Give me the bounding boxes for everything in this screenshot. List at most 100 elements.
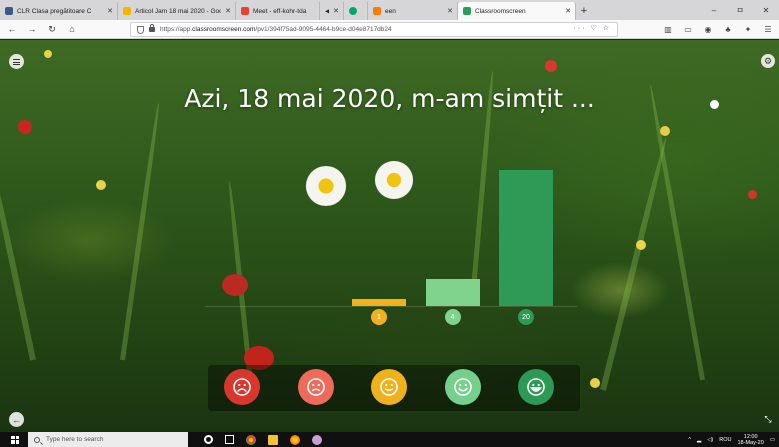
browser-tab[interactable]: een ✕ <box>368 2 458 20</box>
tab-title: Articol Jam 18 mai 2020 - Goo <box>135 7 222 15</box>
taskbar-search-box[interactable]: Type here to search <box>28 432 188 447</box>
main-menu-button[interactable] <box>9 54 24 69</box>
grass-decoration <box>647 84 705 381</box>
cortana-icon[interactable] <box>204 434 213 444</box>
browser-tab[interactable]: Articol Jam 18 mai 2020 - Goo ✕ <box>118 2 236 20</box>
system-tray: ^ ▂ ◁) ROU 12:00 18-May-20 ▭ <box>688 432 775 447</box>
tab-close-icon[interactable]: ✕ <box>225 7 231 15</box>
emoji-happy-button[interactable] <box>444 369 481 405</box>
tab-title: CLR Clasa pregătitoare C <box>17 7 92 15</box>
extension-icon[interactable]: ♣ <box>721 21 735 37</box>
grass-decoration <box>0 163 36 361</box>
emoji-very-sad-button[interactable] <box>224 369 260 405</box>
network-icon[interactable]: ▂ <box>697 437 701 443</box>
url-bar[interactable]: https://app. classroomscreen.com/pv1/394f… <box>130 22 618 37</box>
windows-logo-icon <box>11 435 19 444</box>
tab-close-icon[interactable]: ✕ <box>107 7 113 15</box>
flower-decoration <box>590 378 600 388</box>
flower-decoration <box>96 180 106 190</box>
page-actions[interactable]: ··· ♡ ☆ <box>574 24 611 32</box>
flower-decoration <box>545 60 557 72</box>
chrome-icon[interactable] <box>246 434 256 445</box>
tab-close-icon[interactable]: ✕ <box>333 7 339 15</box>
back-arrow-icon[interactable]: ← <box>4 21 20 37</box>
url-domain: classroomscreen.com <box>192 26 256 33</box>
emoji-very-happy-button[interactable] <box>518 369 554 405</box>
poll-bar-count-label: 1 <box>371 309 387 325</box>
browser-tab[interactable]: Meet - eff-kohr-tda <box>236 2 320 20</box>
flower-decoration <box>636 240 646 250</box>
volume-icon[interactable]: ◁) <box>707 437 713 443</box>
neutral-face-icon <box>380 378 398 396</box>
hamburger-menu-icon[interactable]: ☰ <box>761 21 775 37</box>
grass-decoration <box>600 136 669 391</box>
tab-title: Classroomscreen <box>475 7 526 15</box>
flower-decoration <box>18 120 32 134</box>
start-button[interactable] <box>8 432 22 447</box>
lock-icon[interactable] <box>149 24 155 32</box>
firefox-icon[interactable] <box>290 434 300 445</box>
home-icon[interactable]: ⌂ <box>64 21 80 37</box>
sidebar-icon[interactable]: ▭ <box>681 21 695 37</box>
window-controls: – ㅁ ✕ <box>701 0 779 20</box>
tab-favicon-icon <box>349 7 357 15</box>
flower-decoration <box>222 274 248 296</box>
tab-favicon-icon <box>241 7 249 15</box>
poll-bar-count-label: 4 <box>444 309 461 325</box>
tab-close-icon[interactable]: ✕ <box>565 7 571 15</box>
tab-favicon-icon <box>123 7 131 15</box>
tab-close-icon[interactable]: ✕ <box>447 7 453 15</box>
reload-icon[interactable]: ↻ <box>44 21 60 37</box>
audio-icon: ◀) <box>325 7 329 15</box>
taskbar-clock[interactable]: 12:00 18-May-20 <box>738 434 764 446</box>
browser-tab[interactable]: ◀) ✕ <box>320 2 344 20</box>
input-language[interactable]: ROU <box>719 437 731 443</box>
resize-corner-icon[interactable]: ⤡ <box>761 412 775 426</box>
file-explorer-icon[interactable] <box>268 434 278 445</box>
maximize-button[interactable]: ㅁ <box>727 0 753 20</box>
sad-face-icon <box>306 378 325 396</box>
extension-icon[interactable]: ✦ <box>741 21 755 37</box>
library-icon[interactable]: ▥ <box>661 21 675 37</box>
tray-up-arrow-icon[interactable]: ^ <box>688 437 691 443</box>
emoji-sad-button[interactable] <box>297 369 334 405</box>
close-window-button[interactable]: ✕ <box>753 0 779 20</box>
tab-favicon-icon <box>5 7 13 15</box>
notifications-icon[interactable]: ▭ <box>770 437 775 443</box>
classroomscreen-page: ⚙ ← ⤡ Azi, 18 mai 2020, m-am simțit ... … <box>0 40 779 432</box>
new-tab-button[interactable]: + <box>576 2 592 20</box>
browser-tab[interactable] <box>344 2 368 20</box>
taskbar-search-placeholder: Type here to search <box>46 436 104 443</box>
url-path: /pv1/394f75ad-9095-4464-b9ce-d04e8717db2… <box>255 26 392 33</box>
browser-tab-active[interactable]: Classroomscreen ✕ <box>458 2 576 20</box>
daisy-decoration <box>372 158 416 202</box>
app-icon[interactable] <box>312 434 322 445</box>
settings-gear-icon[interactable]: ⚙ <box>761 54 775 68</box>
grass-decoration <box>120 102 162 361</box>
extension-icon[interactable]: ◉ <box>701 21 715 37</box>
windows-taskbar: Type here to search ^ ▂ ◁) ROU 12:00 18-… <box>0 432 779 447</box>
task-view-icon[interactable] <box>225 434 234 444</box>
flower-decoration <box>44 50 52 58</box>
tracking-shield-icon[interactable] <box>137 25 144 34</box>
browser-tab[interactable]: CLR Clasa pregătitoare C ✕ <box>0 2 118 20</box>
happy-face-icon <box>453 378 472 396</box>
flower-decoration <box>660 126 670 136</box>
navigation-bar: ← → ↻ ⌂ https://app. classroomscreen.com /… <box>0 20 779 39</box>
very-happy-face-icon <box>527 378 545 396</box>
minimize-button[interactable]: – <box>701 0 727 20</box>
poll-bar-count-label: 20 <box>518 309 534 325</box>
back-button-icon[interactable]: ← <box>9 412 24 427</box>
tab-favicon-icon <box>463 7 471 15</box>
hamburger-icon <box>13 58 20 65</box>
clock-date: 18-May-20 <box>737 439 764 446</box>
very-sad-face-icon <box>233 378 251 396</box>
tab-favicon-icon <box>373 7 381 15</box>
tab-title: een <box>385 7 396 15</box>
url-prefix: https://app. <box>160 26 193 33</box>
forward-arrow-icon[interactable]: → <box>24 21 40 37</box>
emoji-neutral-button[interactable] <box>371 369 407 405</box>
taskbar-apps <box>204 434 322 445</box>
daisy-decoration <box>300 166 352 206</box>
browser-tab-strip: CLR Clasa pregătitoare C ✕ Articol Jam 1… <box>0 0 779 20</box>
